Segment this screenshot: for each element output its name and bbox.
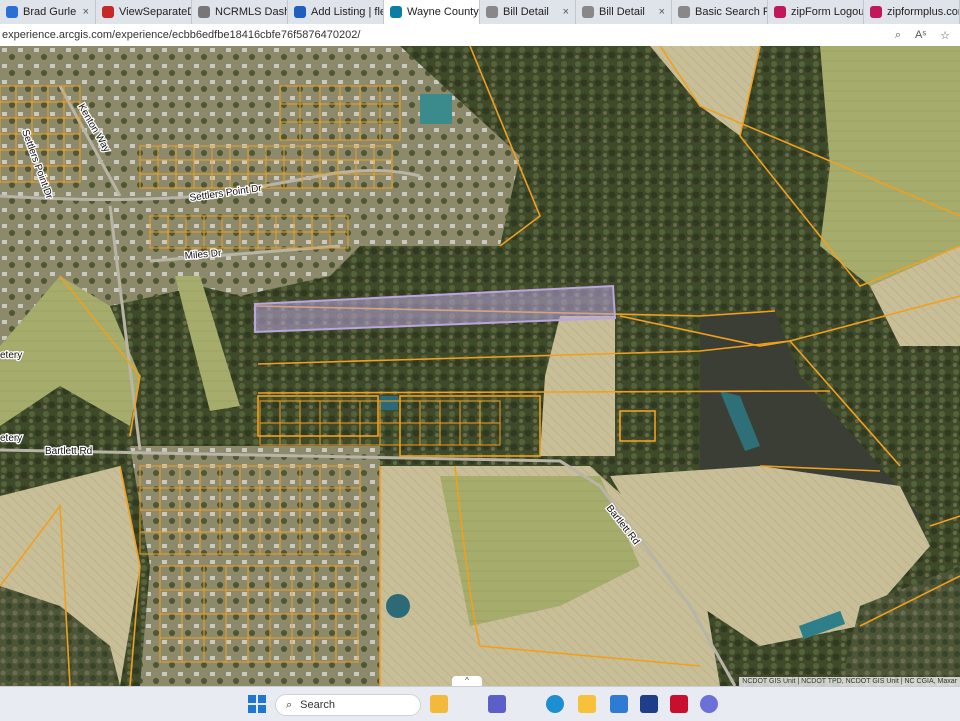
tab-favicon-icon xyxy=(390,6,402,18)
collapse-toggle[interactable]: ^ xyxy=(452,676,482,686)
read-aloud-icon[interactable]: Aˢ xyxy=(915,29,926,42)
favorite-icon[interactable]: ☆ xyxy=(940,29,950,42)
browser-tab[interactable]: Bill Detail × xyxy=(576,0,672,24)
pond-north xyxy=(420,94,452,124)
pond-small xyxy=(386,594,410,618)
label-bartlett-rd-1: Bartlett Rd xyxy=(45,446,92,457)
browser-tab[interactable]: Brad Gurle × xyxy=(0,0,96,24)
label-cemetery-2: etery xyxy=(0,433,22,444)
map-attribution: NCDOT GIS Unit | NCDOT TPD, NCDOT GIS Un… xyxy=(739,677,960,686)
folder-icon[interactable] xyxy=(578,695,596,713)
tab-close-icon[interactable]: × xyxy=(83,6,89,18)
windows-taskbar: ⌕ Search xyxy=(0,686,960,721)
address-bar[interactable]: experience.arcgis.com/experience/ecbb6ed… xyxy=(0,24,960,47)
tab-label: Bill Detail xyxy=(599,6,645,18)
file-explorer-icon[interactable] xyxy=(430,695,448,713)
search-icon: ⌕ xyxy=(286,698,293,711)
map-canvas[interactable]: Kenton Way Settlers Point Dr Settlers Po… xyxy=(0,46,960,686)
browser-tab[interactable]: Add Listing | flex× xyxy=(288,0,384,24)
tab-close-icon[interactable]: × xyxy=(659,6,665,18)
tab-label: Brad Gurle xyxy=(23,6,77,18)
start-button[interactable] xyxy=(248,695,266,713)
tab-label: ViewSeparateDo xyxy=(119,6,191,18)
tab-favicon-icon xyxy=(102,6,114,18)
copilot-icon[interactable] xyxy=(700,695,718,713)
label-cemetery-1: etery xyxy=(0,350,22,361)
browser-tab[interactable]: ViewSeparateDo× xyxy=(96,0,192,24)
tab-favicon-icon xyxy=(582,6,594,18)
tab-favicon-icon xyxy=(774,6,786,18)
tab-label: zipForm Logout xyxy=(791,6,864,18)
tab-favicon-icon xyxy=(198,6,210,18)
tab-close-icon[interactable]: × xyxy=(563,6,569,18)
browser-tab[interactable]: Basic Search Res× xyxy=(672,0,768,24)
browser-tab[interactable]: NCRMLS Dashb× xyxy=(192,0,288,24)
taskbar-search[interactable]: ⌕ Search xyxy=(275,694,421,716)
edge-icon[interactable] xyxy=(546,695,564,713)
zoom-icon[interactable]: ⌕ xyxy=(895,29,901,42)
parcel-map[interactable]: Kenton Way Settlers Point Dr Settlers Po… xyxy=(0,46,960,686)
tab-favicon-icon xyxy=(486,6,498,18)
browser-tab-strip: Brad Gurle×ViewSeparateDo×NCRMLS Dashb×A… xyxy=(0,0,960,24)
tab-favicon-icon xyxy=(870,6,882,18)
l-app-icon[interactable] xyxy=(640,695,658,713)
tab-label: Add Listing | flex xyxy=(311,6,384,18)
browser-tab[interactable]: Wayne County P× xyxy=(384,0,480,24)
browser-tab[interactable]: Bill Detail × xyxy=(480,0,576,24)
tab-favicon-icon xyxy=(6,6,18,18)
url-text[interactable]: experience.arcgis.com/experience/ecbb6ed… xyxy=(0,29,360,41)
tab-favicon-icon xyxy=(294,6,306,18)
tab-label: NCRMLS Dashb xyxy=(215,6,287,18)
windows-logo-icon xyxy=(248,695,256,703)
mcafee-icon[interactable] xyxy=(670,695,688,713)
calculator-icon[interactable] xyxy=(610,695,628,713)
teams-icon[interactable] xyxy=(488,695,506,713)
browser-tab[interactable]: zipformplus.com× xyxy=(864,0,960,24)
tab-label: Bill Detail xyxy=(503,6,549,18)
tab-label: Basic Search Res xyxy=(695,6,767,18)
tab-favicon-icon xyxy=(678,6,690,18)
search-placeholder: Search xyxy=(300,699,336,711)
browser-tab[interactable]: zipForm Logout× xyxy=(768,0,864,24)
tab-label: Wayne County P xyxy=(407,6,479,18)
tab-label: zipformplus.com xyxy=(887,6,960,18)
pond-west xyxy=(380,396,398,410)
